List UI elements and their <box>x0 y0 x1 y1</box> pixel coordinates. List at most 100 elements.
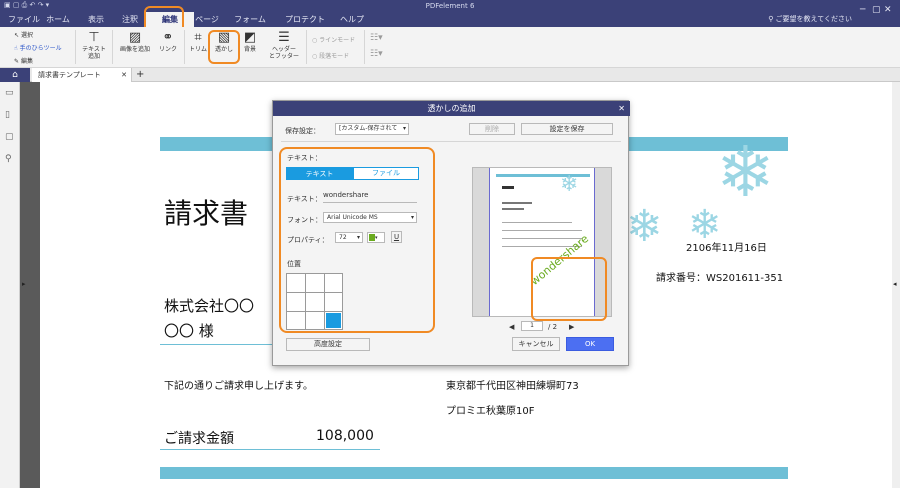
intro-text: 下記の通りご請求申し上げます。 <box>164 381 313 392</box>
link-button[interactable]: ⚭ リンク <box>156 30 180 54</box>
ribbon-divider <box>306 30 307 64</box>
comment-icon[interactable]: ▢ <box>5 132 14 142</box>
home-icon: ⌂ <box>12 70 18 80</box>
amount-label: ご請求金額 <box>164 431 234 447</box>
chevron-down-icon: ▾ <box>402 125 406 132</box>
add-image-label: 画像を追加 <box>119 46 150 53</box>
ok-button[interactable]: OK <box>566 337 614 351</box>
hand-tool[interactable]: ☝ 手のひらツール <box>14 43 62 52</box>
ribbon-divider <box>112 30 113 64</box>
close-icon[interactable]: ✕ <box>884 5 892 15</box>
ribbon-divider <box>364 30 365 64</box>
thumbnail-icon[interactable]: ▭ <box>5 88 14 98</box>
menu-help[interactable]: ヘルプ <box>328 14 376 25</box>
preset-value: [カスタム-保存されて <box>339 125 398 132</box>
new-tab-button[interactable]: + <box>136 68 144 82</box>
document-tab[interactable]: 請求書テンプレート ✕ <box>32 68 132 82</box>
invoice-number: 請求番号：WS201611-351 <box>656 273 784 284</box>
advanced-settings-button[interactable]: 高度設定 <box>286 338 370 351</box>
preview-snowflake-icon: ❄ <box>560 172 579 197</box>
paragraph-mode-label: 段落モード <box>319 53 350 60</box>
preview-text-block <box>502 186 514 189</box>
select-tool[interactable]: ↖ 選択 <box>14 30 33 39</box>
dialog-title-bar: 透かしの追加 ✕ <box>273 101 630 116</box>
title-bar: ▣ ▢ ⎙ ↶ ↷ ▾ PDFelement 6 ─ ▢ ✕ ファイル ホーム … <box>0 0 900 27</box>
preview-text-block <box>502 222 572 223</box>
amount-value: 108,000 <box>316 428 374 444</box>
background-label: 背景 <box>243 46 256 53</box>
add-image-button[interactable]: ▨ 画像を追加 <box>115 30 155 54</box>
link-label: リンク <box>158 46 177 53</box>
highlight-preview-watermark <box>531 257 607 321</box>
header-footer-label-1: ヘッダー <box>271 46 296 53</box>
snowflake-icon: ❄ <box>716 131 775 213</box>
hand-icon: ☝ <box>14 45 18 52</box>
header-footer-label-2: とフッター <box>268 53 299 60</box>
next-page-icon[interactable]: ▶ <box>569 323 574 331</box>
background-icon: ◩ <box>243 30 257 45</box>
link-icon: ⚭ <box>162 30 174 45</box>
distribute-icon[interactable]: ☷▾ <box>370 49 383 59</box>
ribbon-divider <box>184 30 185 64</box>
trim-button[interactable]: ⌗ トリム <box>186 30 210 54</box>
collapse-panel-icon[interactable]: ▸ <box>22 280 26 288</box>
dialog-title: 透かしの追加 <box>427 104 476 113</box>
page-number-input[interactable]: 1 <box>521 321 543 331</box>
hand-label: 手のひらツール <box>19 45 62 52</box>
save-settings-button[interactable]: 設定を保存 <box>521 123 613 135</box>
invoice-heading: 請求書 <box>164 197 249 230</box>
document-tab-strip: ⌂ 請求書テンプレート ✕ + <box>0 68 900 82</box>
prev-page-icon[interactable]: ◀ <box>509 323 514 331</box>
edit-icon: ✎ <box>14 58 20 65</box>
footer-band <box>160 467 788 479</box>
menu-form[interactable]: フォーム <box>226 14 274 25</box>
preview-text-block <box>502 238 582 239</box>
save-settings-label: 保存設定： <box>285 127 320 135</box>
menu-protect[interactable]: プロテクト <box>278 14 332 25</box>
page-total: / 2 <box>548 323 558 331</box>
expand-right-icon[interactable]: ◂ <box>893 280 897 288</box>
add-text-label-1: テキスト <box>82 46 106 53</box>
highlight-watermark-button <box>208 30 240 64</box>
select-label: 選択 <box>20 32 33 39</box>
preview-text-block <box>502 230 582 231</box>
home-tab[interactable]: ⌂ <box>0 68 30 82</box>
dialog-close-icon[interactable]: ✕ <box>618 101 625 116</box>
background-button[interactable]: ◩ 背景 <box>238 30 262 54</box>
address-line-1: 東京都千代田区神田練塀町73 <box>446 381 579 392</box>
image-icon: ▨ <box>128 30 142 45</box>
document-tab-label: 請求書テンプレート <box>38 71 101 79</box>
company-name: 株式会社〇〇 <box>164 297 255 315</box>
ribbon: ↖ 選択 ☝ 手のひらツール ✎ 編集 ⊤ テキスト 追加 ▨ 画像を追加 ⚭ … <box>0 27 900 68</box>
preset-select[interactable]: [カスタム-保存されて ▾ <box>335 123 409 135</box>
maximize-icon[interactable]: ▢ <box>872 5 881 15</box>
paragraph-mode-radio[interactable]: ○ 段落モード <box>312 51 349 60</box>
header-footer-button[interactable]: ☰ ヘッダー とフッター <box>266 30 302 61</box>
search-icon[interactable]: ⚲ <box>5 154 12 164</box>
align-icon[interactable]: ☷▾ <box>370 33 383 43</box>
delete-button[interactable]: 削除 <box>469 123 515 135</box>
trim-label: トリム <box>188 46 207 53</box>
line-mode-radio[interactable]: ○ ラインモード <box>312 35 355 44</box>
edit-tool[interactable]: ✎ 編集 <box>14 56 33 65</box>
bookmark-icon[interactable]: ▯ <box>5 110 10 120</box>
highlight-text-settings <box>279 147 435 333</box>
address-line-2: プロミエ秋葉原10F <box>446 406 535 417</box>
dialog-divider <box>281 141 621 142</box>
feedback-link[interactable]: ⚲ ご要望を教えてください <box>768 14 852 24</box>
crop-icon: ⌗ <box>194 30 202 45</box>
text-box-icon: ⊤ <box>88 30 100 45</box>
amount-underline <box>160 449 380 450</box>
preview-text-block <box>502 208 524 210</box>
minimize-icon[interactable]: ─ <box>860 5 865 15</box>
cursor-icon: ↖ <box>14 32 20 39</box>
preview-text-block <box>502 202 532 204</box>
cancel-button[interactable]: キャンセル <box>512 337 560 351</box>
close-tab-icon[interactable]: ✕ <box>121 68 127 82</box>
add-text-button[interactable]: ⊤ テキスト 追加 <box>80 30 108 61</box>
snowflake-icon: ❄ <box>626 201 663 252</box>
feedback-text: ご要望を教えてください <box>775 15 852 23</box>
header-footer-icon: ☰ <box>278 30 290 45</box>
menu-page[interactable]: ページ <box>183 14 231 25</box>
app-title: PDFelement 6 <box>425 2 475 10</box>
